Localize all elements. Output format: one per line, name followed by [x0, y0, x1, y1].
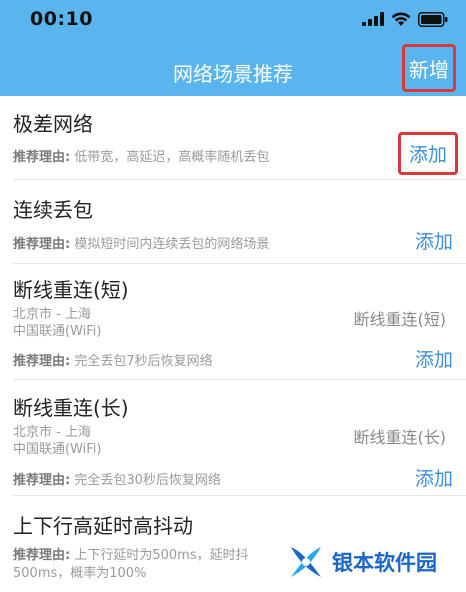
reason-text: 完全丢包30秒后恢复网络	[74, 473, 221, 488]
nav-bar: 网络场景推荐 新增	[0, 44, 466, 96]
item-reason: 推荐理由: 完全丢包30秒后恢复网络	[13, 471, 221, 490]
add-button[interactable]: 添加	[397, 132, 458, 175]
item-reason: 推荐理由: 低带宽，高延迟，高概率随机丢包	[13, 148, 269, 167]
add-button[interactable]: 添加	[415, 227, 453, 254]
scene-list: 极差网络 推荐理由: 低带宽，高延迟，高概率随机丢包 添加 连续丢包 推荐理由:…	[0, 96, 466, 592]
item-reason: 推荐理由: 模拟短时间内连续丢包的网络场景	[13, 235, 269, 254]
reason-label: 推荐理由:	[13, 473, 71, 488]
add-button[interactable]: 添加	[415, 345, 453, 372]
carrier-text: 中国联通(WiFi)	[13, 442, 102, 457]
reason-label: 推荐理由:	[13, 548, 71, 563]
status-time: 00:10	[30, 8, 93, 30]
mode-text: 断线重连(短)	[353, 310, 447, 329]
list-item: 断线重连(短) 北京市 - 上海 中国联通(WiFi) 断线重连(短) 推荐理由…	[13, 264, 466, 380]
reason-text: 上下行延时为500ms，延时抖	[74, 548, 249, 563]
item-title: 断线重连(长)	[13, 396, 129, 420]
item-title: 上下行高延时高抖动	[13, 514, 193, 538]
carrier-text: 中国联通(WiFi)	[13, 324, 102, 339]
reason-label: 推荐理由:	[13, 150, 71, 165]
item-title: 极差网络	[13, 112, 93, 136]
signal-icon	[362, 12, 384, 26]
logo-icon	[291, 547, 321, 577]
status-bar: 00:10	[0, 0, 466, 44]
reason-text: 低带宽，高延迟，高概率随机丢包	[74, 150, 270, 165]
item-title: 连续丢包	[13, 198, 93, 222]
battery-icon	[418, 11, 448, 27]
item-title: 断线重连(短)	[13, 278, 129, 302]
reason-label: 推荐理由:	[13, 237, 71, 252]
reason-text: 完全丢包7秒后恢复网络	[74, 354, 213, 369]
list-item: 极差网络 推荐理由: 低带宽，高延迟，高概率随机丢包 添加	[13, 96, 466, 180]
page-title: 网络场景推荐	[173, 62, 293, 86]
list-item: 断线重连(长) 北京市 - 上海 中国联通(WiFi) 断线重连(长) 推荐理由…	[13, 380, 466, 496]
watermark-text: 银本软件园	[332, 551, 437, 575]
reason-text-line2: 500ms，概率为100%	[13, 566, 147, 581]
reason-label: 推荐理由:	[13, 354, 71, 369]
status-icons	[362, 10, 448, 28]
wifi-icon	[391, 11, 411, 26]
watermark: 银本软件园	[286, 540, 437, 584]
list-item: 连续丢包 推荐理由: 模拟短时间内连续丢包的网络场景 添加	[13, 180, 466, 264]
item-reason: 推荐理由: 完全丢包7秒后恢复网络	[13, 352, 213, 371]
item-reason: 推荐理由: 上下行延时为500ms，延时抖	[13, 546, 249, 565]
reason-text: 模拟短时间内连续丢包的网络场景	[74, 237, 270, 252]
add-button[interactable]: 添加	[415, 464, 453, 491]
mode-text: 断线重连(长)	[353, 428, 447, 447]
add-scene-button[interactable]: 新增	[402, 44, 456, 92]
